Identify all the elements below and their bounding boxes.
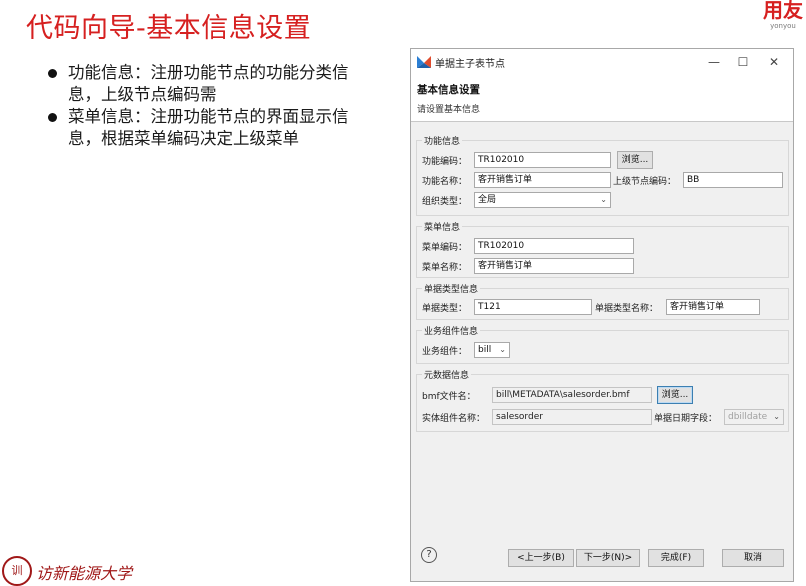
cancel-button[interactable]: 取消 <box>722 549 784 567</box>
bmf-browse-button[interactable]: 浏览... <box>657 386 693 404</box>
chevron-down-icon: ⌄ <box>499 345 506 354</box>
menu-code-input[interactable]: TR102010 <box>474 238 634 254</box>
university-logo: 训 访新能源大学 <box>0 550 140 586</box>
window-title: 单据主子表节点 <box>435 59 505 70</box>
close-button[interactable]: ✕ <box>763 52 785 72</box>
header-title: 基本信息设置 <box>417 84 480 96</box>
app-icon <box>417 56 431 68</box>
bill-date-value: dbilldate <box>728 412 768 422</box>
help-icon[interactable]: ? <box>421 547 437 563</box>
group-label: 元数据信息 <box>422 368 472 381</box>
entity-component-label: 实体组件名称： <box>422 414 486 424</box>
bill-date-select[interactable]: dbilldate ⌄ <box>724 409 784 425</box>
bill-date-label: 单据日期字段： <box>654 414 718 424</box>
yonyou-logo: 用友 yonyou <box>762 0 804 36</box>
bullet-text: 菜单信息：注册功能节点的界面显示信息，根据菜单编码决定上级菜单 <box>68 107 349 148</box>
function-info-group: 功能信息 功能编码： TR102010 浏览... 功能名称： 客开销售订单 上… <box>416 134 789 216</box>
logo-subtext: yonyou <box>770 22 796 30</box>
component-info-group: 业务组件信息 业务组件： bill ⌄ <box>416 324 789 364</box>
component-value: bill <box>478 345 492 355</box>
bill-type-input[interactable]: T121 <box>474 299 592 315</box>
org-type-value: 全局 <box>478 195 497 205</box>
wizard-header: 基本信息设置 请设置基本信息 <box>411 75 793 122</box>
group-label: 单据类型信息 <box>422 282 481 295</box>
bmf-file-label: bmf文件名： <box>422 392 476 402</box>
chevron-down-icon: ⌄ <box>600 195 607 204</box>
minimize-button[interactable]: — <box>703 52 725 72</box>
wizard-content: 功能信息 功能编码： TR102010 浏览... 功能名称： 客开销售订单 上… <box>411 122 793 535</box>
metadata-info-group: 元数据信息 bmf文件名： bill\METADATA\salesorder.b… <box>416 368 789 432</box>
bullet-item: 菜单信息：注册功能节点的界面显示信息，根据菜单编码决定上级菜单 <box>48 106 378 150</box>
bullet-text: 功能信息：注册功能节点的功能分类信息，上级节点编码需 <box>68 63 349 104</box>
menu-name-input[interactable]: 客开销售订单 <box>474 258 634 274</box>
function-name-input[interactable]: 客开销售订单 <box>474 172 611 188</box>
function-browse-button[interactable]: 浏览... <box>617 151 653 169</box>
menu-code-label: 菜单编码： <box>422 243 468 253</box>
org-type-label: 组织类型： <box>422 197 468 207</box>
org-type-select[interactable]: 全局 ⌄ <box>474 192 611 208</box>
bullet-list: 功能信息：注册功能节点的功能分类信息，上级节点编码需 菜单信息：注册功能节点的界… <box>48 62 378 150</box>
finish-button[interactable]: 完成(F) <box>648 549 704 567</box>
header-subtitle: 请设置基本信息 <box>417 105 481 115</box>
component-label: 业务组件： <box>422 347 468 357</box>
group-label: 菜单信息 <box>422 220 463 233</box>
seal-icon: 训 <box>2 556 32 586</box>
bill-type-name-input[interactable]: 客开销售订单 <box>666 299 760 315</box>
maximize-button[interactable]: ☐ <box>732 52 754 72</box>
bullet-dot <box>48 113 57 122</box>
bill-type-name-label: 单据类型名称： <box>595 304 659 314</box>
slide-title: 代码向导-基本信息设置 <box>26 13 312 44</box>
component-select[interactable]: bill ⌄ <box>474 342 510 358</box>
wizard-footer: ? <上一步(B) 下一步(N)> 完成(F) 取消 <box>411 535 793 581</box>
function-name-label: 功能名称： <box>422 177 468 187</box>
bill-type-label: 单据类型： <box>422 304 468 314</box>
chevron-down-icon: ⌄ <box>773 412 780 421</box>
bmf-file-input[interactable]: bill\METADATA\salesorder.bmf <box>492 387 652 403</box>
billtype-info-group: 单据类型信息 单据类型： T121 单据类型名称： 客开销售订单 <box>416 282 789 320</box>
group-label: 功能信息 <box>422 134 463 147</box>
bullet-dot <box>48 69 57 78</box>
next-button[interactable]: 下一步(N)> <box>576 549 640 567</box>
parent-code-input[interactable]: BB <box>683 172 783 188</box>
prev-button[interactable]: <上一步(B) <box>508 549 574 567</box>
group-label: 业务组件信息 <box>422 324 481 337</box>
menu-name-label: 菜单名称： <box>422 263 468 273</box>
wizard-dialog: 单据主子表节点 — ☐ ✕ 基本信息设置 请设置基本信息 功能信息 功能编码： … <box>410 48 794 582</box>
title-bar[interactable]: 单据主子表节点 — ☐ ✕ <box>411 49 793 75</box>
function-code-label: 功能编码： <box>422 157 468 167</box>
bullet-item: 功能信息：注册功能节点的功能分类信息，上级节点编码需 <box>48 62 378 106</box>
function-code-input[interactable]: TR102010 <box>474 152 611 168</box>
entity-component-input[interactable]: salesorder <box>492 409 652 425</box>
menu-info-group: 菜单信息 菜单编码： TR102010 菜单名称： 客开销售订单 <box>416 220 789 278</box>
university-script: 访新能源大学 <box>36 564 133 583</box>
logo-mark: 用友 <box>763 0 803 22</box>
parent-code-label: 上级节点编码： <box>613 177 677 187</box>
